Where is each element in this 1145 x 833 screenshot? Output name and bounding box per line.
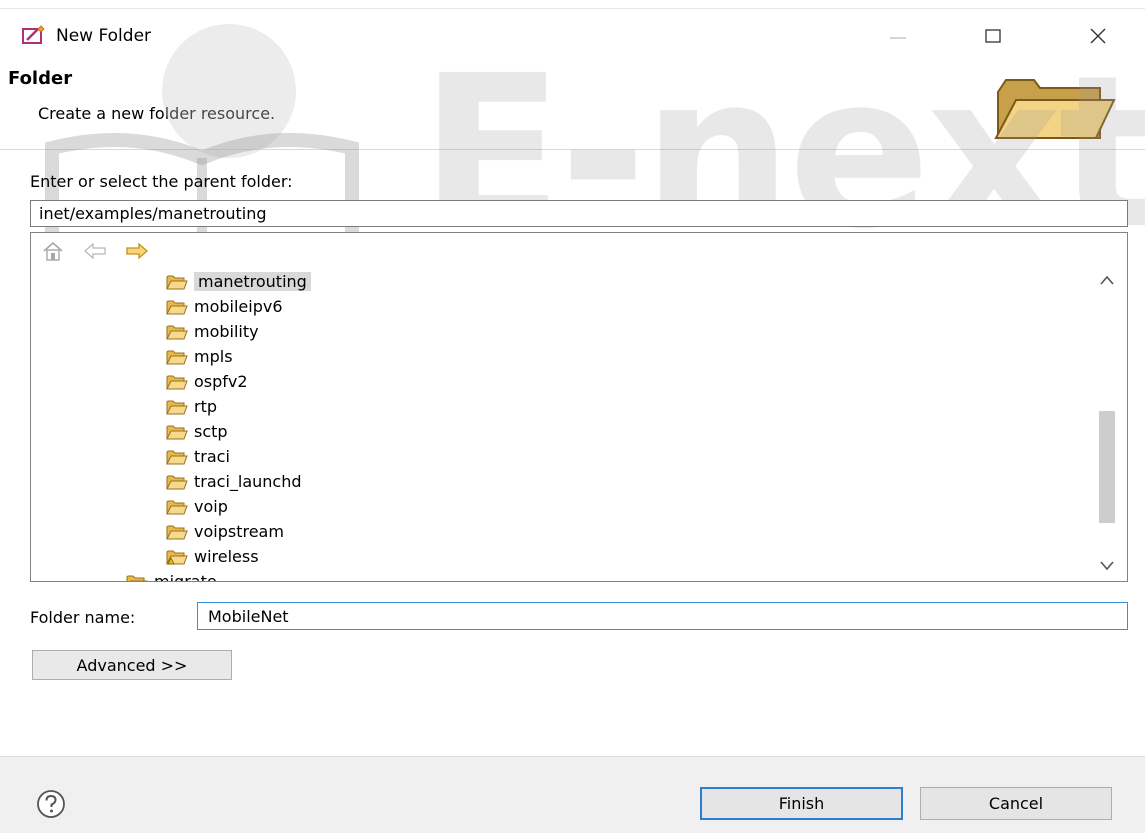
forward-button[interactable] (125, 240, 149, 262)
folder-icon (166, 525, 188, 539)
tree-item[interactable]: sctp (166, 419, 228, 444)
tree-item[interactable]: voipstream (166, 519, 284, 544)
tree-item-label: mobileipv6 (194, 297, 283, 316)
tree-item[interactable]: rtp (166, 394, 217, 419)
tree-toolbar (41, 238, 149, 264)
tree-item[interactable]: mobileipv6 (166, 294, 283, 319)
new-folder-icon (22, 25, 45, 44)
tree-item-label: sctp (194, 422, 228, 441)
folder-name-label: Folder name: (30, 608, 136, 627)
maximize-icon (985, 29, 1001, 43)
back-arrow-icon (84, 242, 106, 260)
tree-item-label: migrate (154, 572, 217, 582)
folder-icon (166, 475, 188, 489)
wizard-banner: Folder Create a new folder resource. (0, 58, 1145, 150)
parent-folder-input[interactable] (30, 200, 1128, 227)
folder-icon (166, 375, 188, 389)
folder-tree[interactable]: manetrouting mobileipv6 mobility mpls os… (30, 232, 1128, 582)
folder-icon (166, 350, 188, 364)
warning-folder-icon (166, 550, 188, 564)
folder-name-input[interactable] (197, 602, 1128, 630)
chevron-up-icon[interactable] (1099, 273, 1115, 287)
maximize-button[interactable] (970, 19, 1016, 53)
close-button[interactable] (1075, 19, 1121, 53)
scrollbar-thumb[interactable] (1099, 411, 1115, 523)
parent-folder-label: Enter or select the parent folder: (30, 172, 293, 191)
minimize-button[interactable] (875, 19, 921, 53)
tree-item-label: rtp (194, 397, 218, 416)
tree-item[interactable]: mobility (166, 319, 259, 344)
tree-item[interactable]: voip (166, 494, 228, 519)
tree-item[interactable]: traci_launchd (166, 469, 302, 494)
tree-scrollbar[interactable] (1087, 269, 1127, 581)
forward-arrow-icon (126, 242, 148, 260)
cancel-button[interactable]: Cancel (920, 787, 1112, 820)
back-button[interactable] (83, 240, 107, 262)
folder-icon (166, 325, 188, 339)
tree-item[interactable]: mpls (166, 344, 233, 369)
close-icon (1090, 28, 1106, 44)
tree-item-label: mobility (194, 322, 259, 341)
window-title: New Folder (56, 26, 152, 46)
advanced-button[interactable]: Advanced >> (32, 650, 232, 680)
home-button[interactable] (41, 240, 65, 262)
folder-icon (166, 400, 188, 414)
folder-icon (166, 300, 188, 314)
banner-description: Create a new folder resource. (38, 104, 276, 123)
tree-item[interactable]: traci (166, 444, 230, 469)
tree-item-label: manetrouting (194, 272, 311, 291)
tree-item-label: wireless (194, 547, 259, 566)
tree-item-label: traci (194, 447, 230, 466)
finish-button[interactable]: Finish (700, 787, 903, 820)
tree-item-label: ospfv2 (194, 372, 248, 391)
tree-item-label: traci_launchd (194, 472, 302, 491)
title-bar: New Folder (0, 8, 1145, 58)
tree-item-label: voip (194, 497, 228, 516)
tree-item-label: mpls (194, 347, 233, 366)
folder-icon (166, 500, 188, 514)
home-icon (43, 241, 63, 261)
open-folder-icon (994, 79, 1116, 139)
tree-item[interactable]: migrate (126, 569, 217, 582)
tree-item-label: voipstream (194, 522, 284, 541)
tree-item[interactable]: manetrouting (166, 269, 311, 294)
help-icon[interactable] (36, 789, 66, 819)
banner-title: Folder (8, 68, 73, 89)
folder-icon (166, 275, 188, 289)
folder-icon (166, 450, 188, 464)
folder-icon (166, 425, 188, 439)
folder-icon (126, 575, 148, 581)
tree-item[interactable]: wireless (166, 544, 259, 569)
button-bar: Finish Cancel (0, 756, 1145, 833)
minimize-icon (890, 37, 906, 39)
tree-item[interactable]: ospfv2 (166, 369, 248, 394)
chevron-down-icon[interactable] (1099, 559, 1115, 573)
